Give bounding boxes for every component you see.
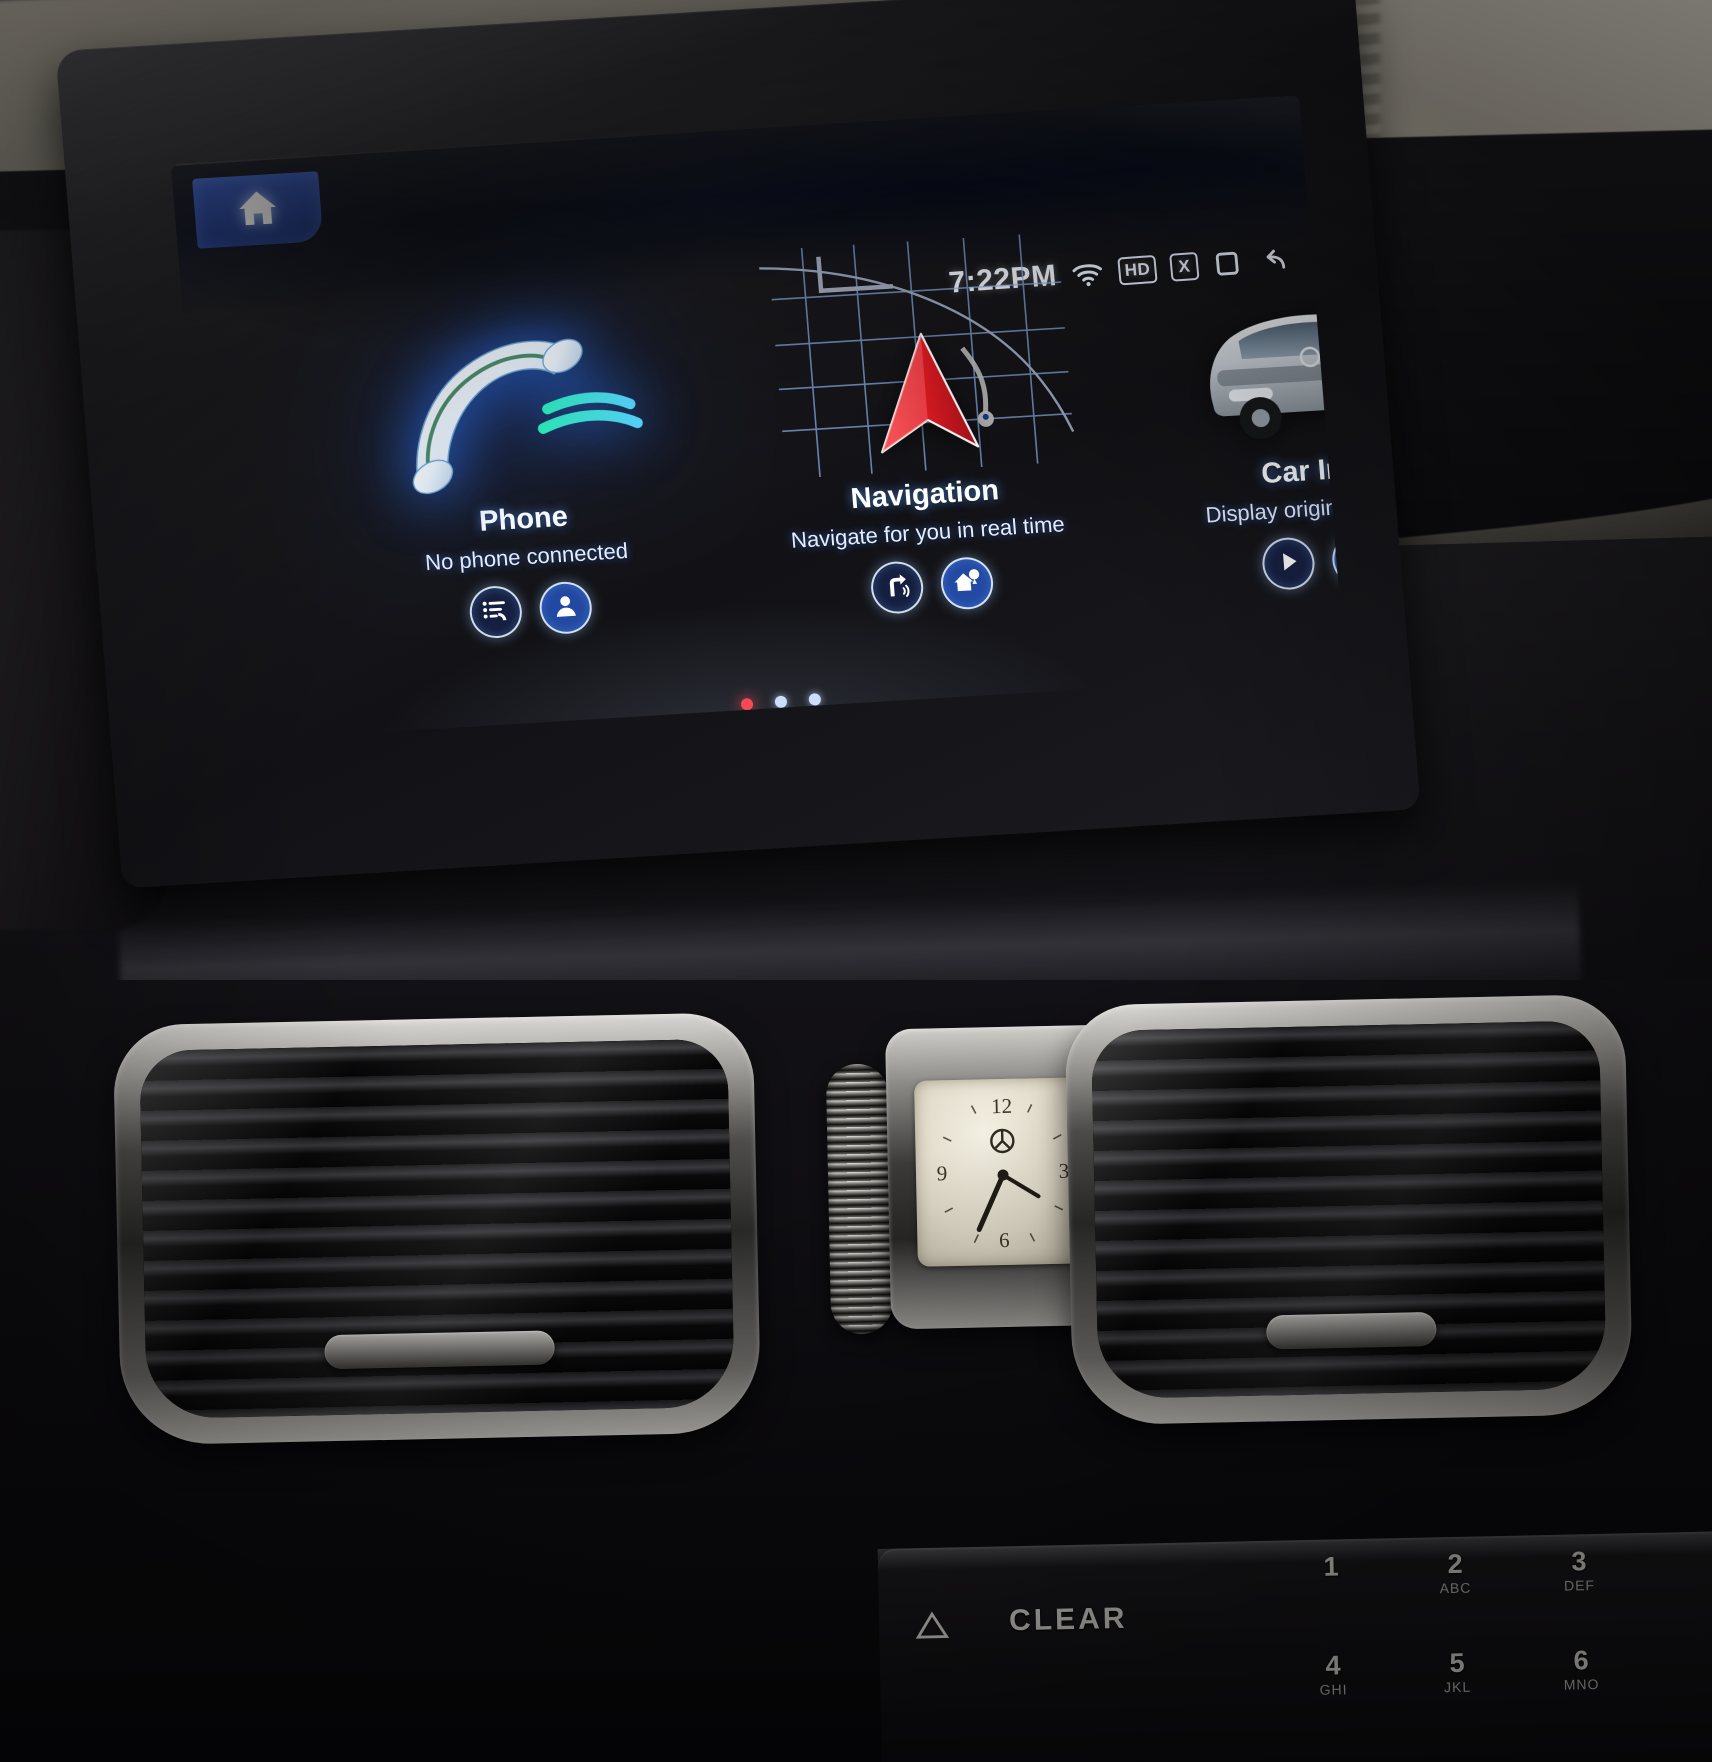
- home-icon: [234, 184, 282, 236]
- vent-adjust-tab-right[interactable]: [1266, 1311, 1437, 1350]
- page-dot-3[interactable]: [808, 692, 822, 706]
- key-2[interactable]: 2 ABC: [1422, 1548, 1489, 1596]
- key-6-letters: MNO: [1563, 1675, 1600, 1693]
- svg-text:6: 6: [999, 1228, 1010, 1252]
- app-tile-navigation[interactable]: Navigation Navigate for you in real time: [744, 234, 1099, 621]
- phone-actions: [364, 574, 698, 646]
- console-control-panel: CLEAR 1 2 ABC 3 DEF 4 GHI 5 JKL 6 MNO: [877, 1531, 1712, 1762]
- turn-arrow-sound-icon: [882, 570, 913, 605]
- key-5-letters: JKL: [1443, 1678, 1472, 1696]
- silver-suv-art: [1135, 255, 1346, 465]
- keypad-row-1: 1 2 ABC 3 DEF: [1298, 1543, 1712, 1599]
- hazard-triangle-icon[interactable]: [915, 1610, 950, 1641]
- svg-text:12: 12: [991, 1094, 1012, 1118]
- air-vent-left[interactable]: [112, 1012, 762, 1446]
- center-console: 12 3 6 9: [55, 993, 1666, 1546]
- key-6-number: 6: [1573, 1645, 1589, 1676]
- key-1-number: 1: [1323, 1551, 1339, 1582]
- navigation-actions: [765, 549, 1099, 621]
- home-destination-button[interactable]: [938, 555, 996, 611]
- play-button[interactable]: [1260, 536, 1317, 592]
- keypad-row-2: 4 GHI 5 JKL 6 MNO: [1300, 1642, 1712, 1698]
- contacts-button[interactable]: [537, 580, 594, 636]
- app-tile-car-info[interactable]: Car Info Display original car info: [1135, 255, 1346, 597]
- call-log-icon: [481, 595, 512, 630]
- app-shortcut-row: Phone No phone connected Navigation Navi…: [184, 234, 1346, 723]
- infotainment-screen[interactable]: 7:22PM HD X Phone No phone connected Nav…: [170, 95, 1346, 743]
- key-2-letters: ABC: [1439, 1579, 1472, 1597]
- key-2-number: 2: [1447, 1548, 1463, 1580]
- air-vent-right[interactable]: [1064, 993, 1634, 1426]
- call-log-button[interactable]: [467, 584, 524, 640]
- key-4-letters: GHI: [1319, 1681, 1348, 1698]
- key-6[interactable]: 6 MNO: [1548, 1645, 1615, 1693]
- car-info-actions: [1157, 525, 1346, 597]
- map-with-red-arrow-art: [744, 234, 1089, 489]
- key-5[interactable]: 5 JKL: [1424, 1647, 1491, 1695]
- analog-clock-face: 12 3 6 9: [914, 1077, 1092, 1267]
- key-3[interactable]: 3 DEF: [1546, 1546, 1613, 1594]
- page-dot-1[interactable]: [740, 697, 754, 711]
- key-5-number: 5: [1449, 1647, 1465, 1679]
- home-button[interactable]: [192, 171, 324, 249]
- key-3-letters: DEF: [1563, 1577, 1596, 1594]
- telephone-keypad: 1 2 ABC 3 DEF 4 GHI 5 JKL 6 MNO: [1298, 1543, 1712, 1750]
- vent-knurled-ring-left[interactable]: [825, 1063, 894, 1335]
- svg-text:9: 9: [936, 1161, 947, 1185]
- key-4-number: 4: [1325, 1650, 1341, 1681]
- clear-button[interactable]: CLEAR: [1009, 1602, 1128, 1638]
- dashboard-scene: 7:22PM HD X Phone No phone connected Nav…: [0, 0, 1712, 1762]
- key-4[interactable]: 4 GHI: [1300, 1650, 1367, 1698]
- phone-handset-glow-art: [342, 304, 687, 514]
- display-bezel-wrapper: 7:22PM HD X Phone No phone connected Nav…: [55, 0, 1421, 889]
- house-pin-icon: [952, 566, 983, 601]
- app-tile-phone[interactable]: Phone No phone connected: [342, 304, 697, 646]
- navigation-arrow-icon: [881, 332, 980, 454]
- vent-adjust-tab-left[interactable]: [324, 1330, 555, 1370]
- key-3-number: 3: [1571, 1546, 1587, 1577]
- voice-guidance-button[interactable]: [869, 560, 926, 616]
- play-icon: [1273, 546, 1304, 581]
- page-dot-2[interactable]: [774, 695, 788, 709]
- key-1[interactable]: 1: [1298, 1551, 1365, 1599]
- contact-person-icon: [550, 591, 581, 626]
